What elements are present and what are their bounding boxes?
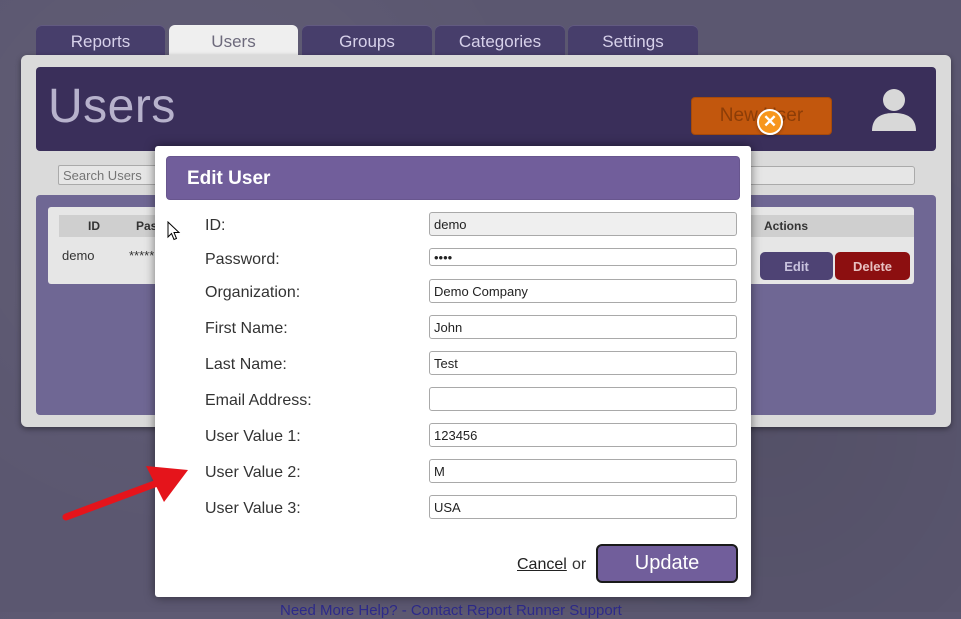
- page-header: Users New User: [36, 67, 936, 151]
- user-value-3-label: User Value 3:: [205, 500, 301, 517]
- update-button[interactable]: Update: [596, 544, 738, 583]
- organization-field[interactable]: [429, 279, 737, 303]
- or-text: or: [572, 556, 587, 573]
- row-password: *****: [129, 248, 155, 263]
- mouse-cursor-icon: [167, 221, 181, 241]
- organization-label: Organization:: [205, 284, 301, 301]
- edit-user-dialog: Edit User ID: Password: Organization: Fi…: [155, 146, 751, 597]
- cancel-link[interactable]: Cancel: [517, 556, 567, 574]
- dialog-title: Edit User: [187, 168, 271, 189]
- column-header-actions: Actions: [764, 219, 809, 233]
- user-icon[interactable]: [869, 87, 919, 133]
- user-value-1-label: User Value 1:: [205, 428, 301, 445]
- close-icon[interactable]: ✕: [757, 109, 783, 135]
- page-title: Users: [48, 80, 176, 133]
- edit-button[interactable]: Edit: [760, 252, 833, 280]
- password-label: Password:: [205, 251, 280, 268]
- tab-groups[interactable]: Groups: [302, 25, 432, 57]
- tab-users[interactable]: Users: [169, 25, 298, 57]
- row-id: demo: [62, 248, 95, 263]
- annotation-arrow-icon: [62, 466, 188, 521]
- user-value-3-field[interactable]: [429, 495, 737, 519]
- search-input[interactable]: [58, 165, 168, 185]
- tab-reports[interactable]: Reports: [36, 25, 165, 57]
- last-name-field[interactable]: [429, 351, 737, 375]
- email-field[interactable]: [429, 387, 737, 411]
- delete-button[interactable]: Delete: [835, 252, 910, 280]
- first-name-field[interactable]: [429, 315, 737, 339]
- first-name-label: First Name:: [205, 320, 288, 337]
- tab-settings[interactable]: Settings: [568, 25, 698, 57]
- user-value-1-field[interactable]: [429, 423, 737, 447]
- email-label: Email Address:: [205, 392, 312, 409]
- user-value-2-field[interactable]: [429, 459, 737, 483]
- help-footer-link[interactable]: Need More Help? - Contact Report Runner …: [280, 602, 622, 619]
- password-field[interactable]: [429, 248, 737, 266]
- secondary-search-input[interactable]: [748, 166, 915, 185]
- last-name-label: Last Name:: [205, 356, 287, 373]
- id-field[interactable]: [429, 212, 737, 236]
- dialog-header: Edit User: [166, 156, 740, 200]
- id-label: ID:: [205, 217, 226, 234]
- column-header-id: ID: [88, 219, 100, 233]
- user-value-2-label: User Value 2:: [205, 464, 301, 481]
- tab-categories[interactable]: Categories: [435, 25, 565, 57]
